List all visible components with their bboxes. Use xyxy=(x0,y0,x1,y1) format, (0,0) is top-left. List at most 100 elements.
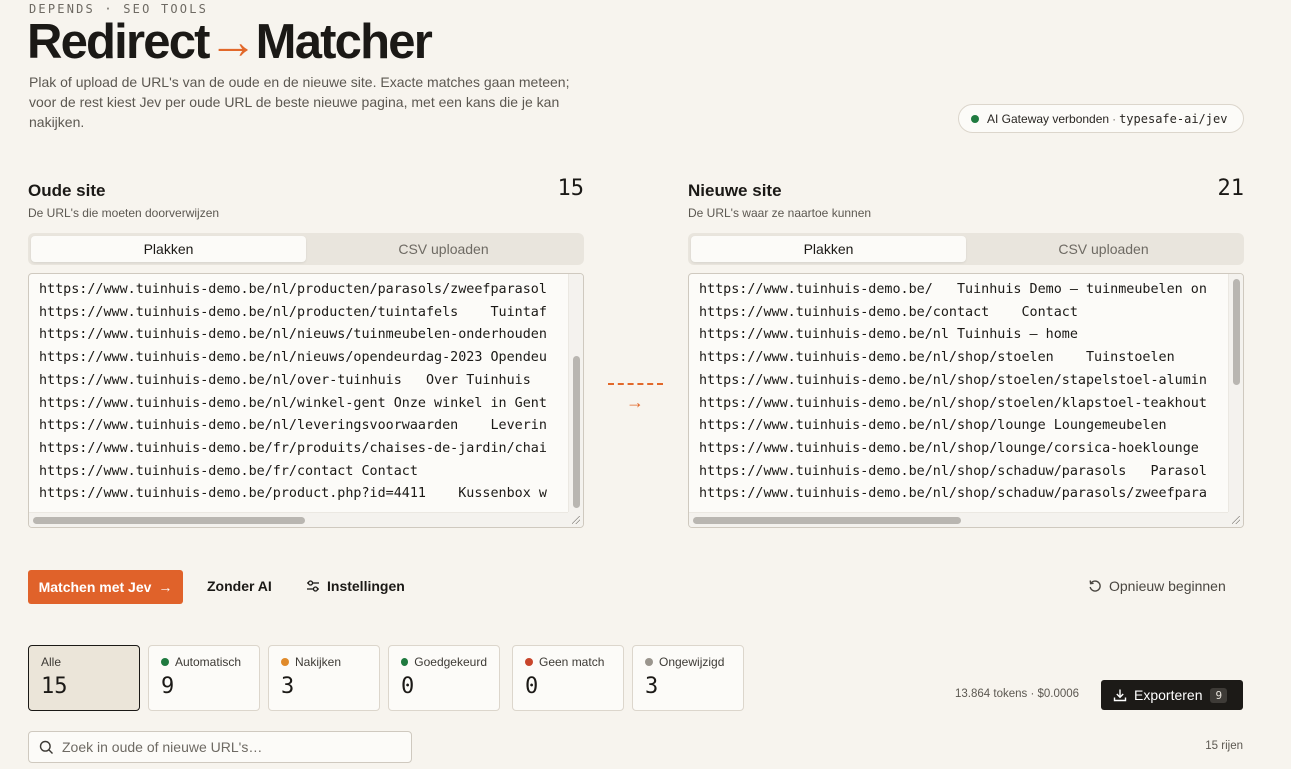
settings-button[interactable]: Instellingen xyxy=(306,578,405,594)
new-horizontal-scroll-thumb[interactable] xyxy=(693,517,961,524)
old-vertical-scrollbar[interactable] xyxy=(568,274,583,512)
old-url-line: https://www.tuinhuis-demo.be/nl/levering… xyxy=(39,418,547,434)
filter-all-count: 15 xyxy=(41,674,68,699)
row-count: 15 rijen xyxy=(1205,740,1243,752)
new-url-line: https://www.tuinhuis-demo.be/nl/shop/lou… xyxy=(699,440,1199,456)
new-url-line: https://www.tuinhuis-demo.be/nl/shop/lou… xyxy=(699,418,1167,434)
filter-approved-count: 0 xyxy=(401,674,415,699)
new-site-panel: Nieuwe site De URL's waar ze naartoe kun… xyxy=(688,176,1244,528)
new-url-line: https://www.tuinhuis-demo.be/nl/shop/sto… xyxy=(699,395,1207,411)
new-url-line: https://www.tuinhuis-demo.be/nl/shop/sch… xyxy=(699,486,1207,502)
intro-text: Plak of upload de URL's van de oude en d… xyxy=(29,74,570,130)
old-vertical-scroll-thumb[interactable] xyxy=(573,356,580,508)
new-url-line: https://www.tuinhuis-demo.be/nl Tuinhuis… xyxy=(699,327,1078,343)
filter-automatic[interactable]: Automatisch 9 xyxy=(148,645,260,711)
old-tab-paste[interactable]: Plakken xyxy=(31,236,306,262)
new-urls-textarea[interactable]: https://www.tuinhuis-demo.be/ Tuinhuis D… xyxy=(688,273,1244,528)
export-count-badge: 9 xyxy=(1210,687,1228,703)
new-url-line: https://www.tuinhuis-demo.be/nl/shop/sto… xyxy=(699,350,1175,366)
new-horizontal-scrollbar[interactable] xyxy=(689,512,1228,527)
filter-no-match[interactable]: Geen match 0 xyxy=(512,645,624,711)
new-site-header: Nieuwe site De URL's waar ze naartoe kun… xyxy=(688,176,1244,220)
new-urls-lines: https://www.tuinhuis-demo.be/ Tuinhuis D… xyxy=(699,279,1227,511)
connector-arrow-icon: → xyxy=(626,392,644,412)
sliders-icon xyxy=(307,580,319,592)
filter-all[interactable]: Alle 15 xyxy=(28,645,140,711)
without-ai-label: Zonder AI xyxy=(207,578,272,594)
green-dot-icon xyxy=(401,658,409,666)
filter-all-label: Alle xyxy=(41,655,62,669)
new-url-line: https://www.tuinhuis-demo.be/contact Con… xyxy=(699,304,1078,320)
new-site-count: 21 xyxy=(1217,176,1245,201)
old-url-line: https://www.tuinhuis-demo.be/fr/produits… xyxy=(39,440,547,456)
new-tab-csv[interactable]: CSV uploaden xyxy=(966,236,1241,262)
old-url-line: https://www.tuinhuis-demo.be/nl/over-tui… xyxy=(39,372,531,388)
token-usage: 13.864 tokens · $0.0006 xyxy=(955,688,1080,700)
reset-icon xyxy=(1089,580,1101,592)
old-site-header: Oude site De URL's die moeten doorverwij… xyxy=(28,176,584,220)
start-over-label: Opnieuw beginnen xyxy=(1109,578,1226,594)
search-box[interactable] xyxy=(28,731,412,763)
export-label: Exporteren xyxy=(1134,687,1203,703)
old-url-line: https://www.tuinhuis-demo.be/nl/winkel-g… xyxy=(39,395,547,411)
gateway-model: typesafe-ai/jev xyxy=(1119,111,1228,126)
gateway-separator: · xyxy=(1112,111,1117,126)
new-tab-paste[interactable]: Plakken xyxy=(691,236,966,262)
start-over-button[interactable]: Opnieuw beginnen xyxy=(1088,578,1226,594)
match-button-label: Matchen met Jev xyxy=(38,579,152,595)
settings-label: Instellingen xyxy=(327,578,405,594)
old-site-tabs: Plakken CSV uploaden xyxy=(28,233,584,265)
old-site-title: Oude site xyxy=(28,181,106,200)
without-ai-button[interactable]: Zonder AI xyxy=(207,578,272,594)
old-tab-csv[interactable]: CSV uploaden xyxy=(306,236,581,262)
orange-dot-icon xyxy=(281,658,289,666)
status-dot-icon xyxy=(971,114,979,123)
old-url-line: https://www.tuinhuis-demo.be/fr/contact … xyxy=(39,463,418,479)
new-site-tabs: Plakken CSV uploaden xyxy=(688,233,1244,265)
export-button[interactable]: Exporteren 9 xyxy=(1101,680,1243,710)
old-horizontal-scrollbar[interactable] xyxy=(29,512,568,527)
gateway-label: AI Gateway verbonden xyxy=(987,111,1110,126)
old-urls-textarea[interactable]: https://www.tuinhuis-demo.be/nl/producte… xyxy=(28,273,584,528)
filter-unchanged-count: 3 xyxy=(645,674,659,699)
new-vertical-scroll-thumb[interactable] xyxy=(1233,279,1240,385)
new-url-line: https://www.tuinhuis-demo.be/ Tuinhuis D… xyxy=(699,282,1207,297)
filter-review-label: Nakijken xyxy=(295,655,342,669)
title-left: Redirect xyxy=(27,15,210,69)
old-site-subtitle: De URL's die moeten doorverwijzen xyxy=(28,206,220,220)
new-resize-grip-icon[interactable] xyxy=(1228,512,1243,527)
new-url-line: https://www.tuinhuis-demo.be/nl/shop/sch… xyxy=(699,463,1207,479)
title-right: Matcher xyxy=(255,15,433,69)
connector-dashed-line xyxy=(608,383,663,385)
title-arrow-icon: → xyxy=(208,15,258,69)
filter-automatic-label: Automatisch xyxy=(175,655,242,669)
filter-unchanged[interactable]: Ongewijzigd 3 xyxy=(632,645,744,711)
filter-review[interactable]: Nakijken 3 xyxy=(268,645,380,711)
new-vertical-scrollbar[interactable] xyxy=(1228,274,1243,512)
filter-unchanged-label: Ongewijzigd xyxy=(659,655,725,669)
match-with-jev-button[interactable]: Matchen met Jev → xyxy=(28,570,183,604)
old-url-line: https://www.tuinhuis-demo.be/nl/producte… xyxy=(39,304,547,320)
old-resize-grip-icon[interactable] xyxy=(568,512,583,527)
old-url-line: https://www.tuinhuis-demo.be/product.php… xyxy=(39,486,547,502)
old-site-panel: Oude site De URL's die moeten doorverwij… xyxy=(28,176,584,528)
search-input[interactable] xyxy=(62,739,392,755)
old-site-count: 15 xyxy=(557,176,585,201)
old-horizontal-scroll-thumb[interactable] xyxy=(33,517,305,524)
page-title: Redirect→Matcher xyxy=(27,14,433,70)
arrow-right-icon: → xyxy=(158,579,173,595)
new-site-title: Nieuwe site xyxy=(688,181,782,200)
filter-no-match-label: Geen match xyxy=(539,655,605,669)
new-site-subtitle: De URL's waar ze naartoe kunnen xyxy=(688,206,872,220)
old-url-line: https://www.tuinhuis-demo.be/nl/nieuws/o… xyxy=(39,350,547,366)
filter-approved[interactable]: Goedgekeurd 0 xyxy=(388,645,500,711)
search-icon xyxy=(39,740,53,754)
old-url-line: https://www.tuinhuis-demo.be/nl/nieuws/t… xyxy=(39,327,547,343)
green-dot-icon xyxy=(161,658,169,666)
match-connector: → xyxy=(608,383,663,413)
filter-automatic-count: 9 xyxy=(161,674,175,699)
old-url-line: https://www.tuinhuis-demo.be/nl/producte… xyxy=(39,282,547,297)
filter-approved-label: Goedgekeurd xyxy=(414,655,487,669)
download-icon xyxy=(1113,689,1127,702)
filter-review-count: 3 xyxy=(281,674,295,699)
